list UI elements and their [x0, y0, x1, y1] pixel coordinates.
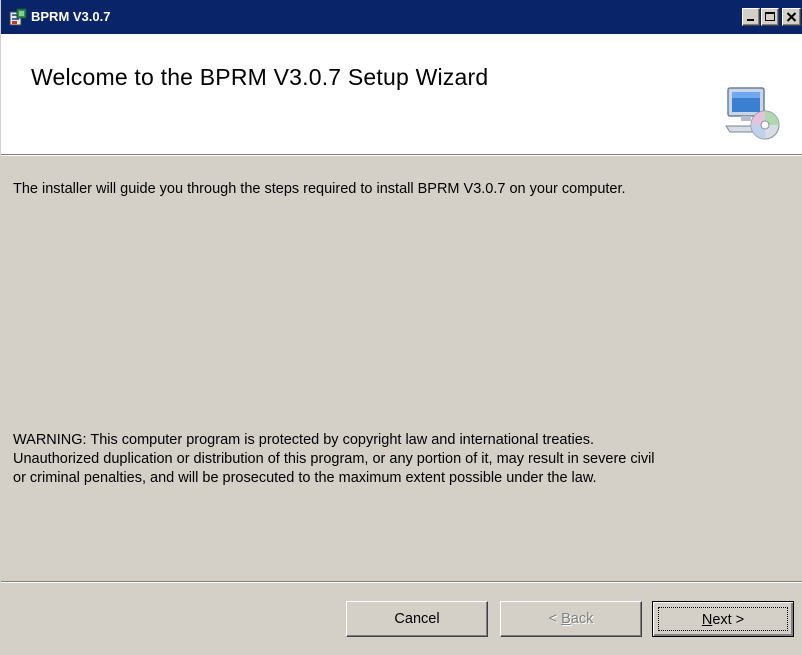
- wizard-banner: Welcome to the BPRM V3.0.7 Setup Wizard: [1, 34, 802, 155]
- copyright-warning: WARNING: This computer program is protec…: [13, 431, 793, 488]
- maximize-icon: [765, 12, 775, 21]
- cancel-button[interactable]: Cancel: [346, 601, 488, 637]
- close-button[interactable]: [782, 8, 801, 26]
- title-bar[interactable]: BPRM V3.0.7: [1, 0, 802, 34]
- warning-line: or criminal penalties, and will be prose…: [13, 470, 597, 486]
- footer-separator: [1, 581, 802, 583]
- focus-rectangle: Next >: [658, 607, 788, 631]
- back-button[interactable]: < Back: [500, 601, 642, 637]
- window-title: BPRM V3.0.7: [31, 9, 111, 24]
- next-label-rest: ext >: [712, 612, 745, 628]
- intro-text: The installer will guide you through the…: [13, 181, 626, 197]
- minimize-button[interactable]: [742, 8, 760, 26]
- back-label-accel: B: [561, 611, 571, 627]
- minimize-icon: [747, 19, 754, 21]
- installer-icon: [9, 8, 27, 26]
- next-label-accel: N: [701, 612, 713, 628]
- back-label-rest: ack: [570, 611, 594, 627]
- page-title: Welcome to the BPRM V3.0.7 Setup Wizard: [31, 64, 489, 90]
- warning-line: Unauthorized duplication or distribution…: [13, 451, 655, 467]
- close-icon: [786, 12, 797, 22]
- setup-wizard-window: BPRM V3.0.7 Welcome to the BPRM V3.0.7 S…: [0, 0, 802, 655]
- computer-cd-icon: [725, 87, 780, 140]
- warning-line: WARNING: This computer program is protec…: [13, 432, 595, 448]
- next-button[interactable]: Next >: [652, 601, 794, 637]
- back-label-prefix: <: [548, 611, 562, 627]
- maximize-button[interactable]: [761, 8, 779, 26]
- banner-separator: [1, 154, 802, 156]
